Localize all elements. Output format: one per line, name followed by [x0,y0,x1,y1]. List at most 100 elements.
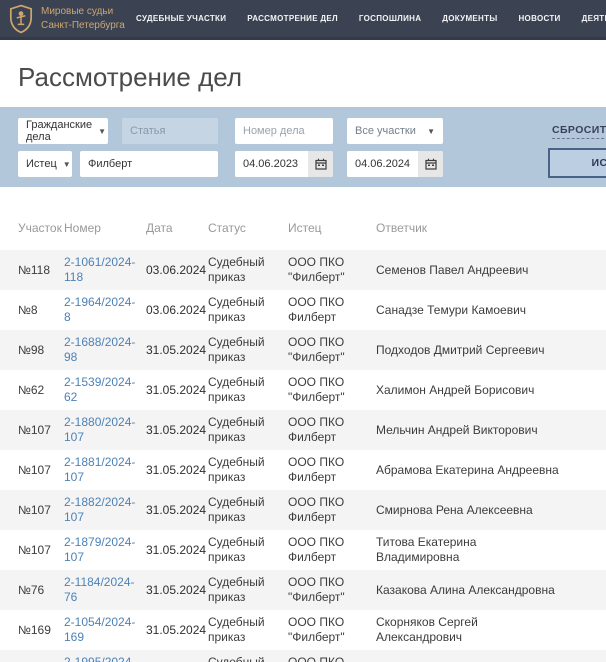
table-row: №1072-1881/2024-107 31.05.2024Судебный пр… [0,450,606,490]
date-from-input[interactable] [235,151,308,177]
case-number-link[interactable]: 2-1964/2024-8 [64,295,135,324]
cell-date: 31.05.2024 [146,570,208,610]
cell-status: Судебный приказ [208,330,288,370]
cell-status: Судебный приказ [208,450,288,490]
cell-defendant: Халимон Андрей Борисович [376,370,606,410]
table-row: №762-1184/2024-7631.05.2024Судебный прик… [0,570,606,610]
case-number-link[interactable]: 2-1882/2024-107 [64,495,135,524]
table-row: №1882-1995/2024-188 31.05.2024Судебный пр… [0,650,606,662]
cell-number: 2-1061/2024-118 [64,250,146,290]
cell-plaintiff: ООО ПКО Филберт [288,290,376,330]
cell-date: 03.06.2024 [146,250,208,290]
nav-item-precincts[interactable]: СУДЕБНЫЕ УЧАСТКИ [136,14,226,23]
case-number-link[interactable]: 2-1054/2024-169 [64,615,135,644]
case-number-input[interactable] [235,118,333,144]
party-name-input[interactable] [80,151,218,177]
cell-precinct: №8 [0,290,64,330]
cell-number: 2-1964/2024-8 [64,290,146,330]
cell-precinct: №107 [0,490,64,530]
calendar-icon[interactable] [308,151,333,177]
cell-plaintiff: ООО ПКО Филберт [288,410,376,450]
nav-item-activity[interactable]: ДЕЯТЕЛЬНОСТЬ [582,14,606,23]
cell-precinct: №107 [0,410,64,450]
table-row: №982-1688/2024-98 31.05.2024Судебный прик… [0,330,606,370]
cell-defendant: Скорняков Сергей Александрович [376,610,606,650]
nav-item-news[interactable]: НОВОСТИ [518,14,560,23]
filter-panel: Гражданские дела ▼ Все участки ▼ СБРОСИТ… [0,107,606,187]
col-plaintiff: Истец [288,187,376,250]
cell-precinct: №107 [0,450,64,490]
cell-number: 2-1882/2024-107 [64,490,146,530]
cell-date: 31.05.2024 [146,370,208,410]
cell-date: 31.05.2024 [146,610,208,650]
chevron-down-icon: ▼ [57,160,71,169]
case-number-link[interactable]: 2-1881/2024-107 [64,455,135,484]
cell-precinct: №98 [0,330,64,370]
date-to-input[interactable] [347,151,418,177]
cell-number: 2-1995/2024-188 [64,650,146,662]
article-input[interactable] [122,118,218,144]
reset-filter-link[interactable]: СБРОСИТЬ [552,124,606,139]
cases-table: Участок Номер Дата Статус Истец Ответчик… [0,187,606,662]
cell-defendant: Абрамова Екатерина Андреевна [376,450,606,490]
case-number-link[interactable]: 2-1539/2024-62 [64,375,135,404]
cell-date: 31.05.2024 [146,410,208,450]
case-type-select[interactable]: Гражданские дела ▼ [18,118,108,144]
cell-status: Судебный приказ [208,530,288,570]
cell-defendant: Мельчин Андрей Викторович [376,410,606,450]
col-precinct: Участок [0,187,64,250]
col-date: Дата [146,187,208,250]
search-button[interactable]: ИСКАТЬ [548,148,606,178]
cell-number: 2-1688/2024-98 [64,330,146,370]
chevron-down-icon: ▼ [92,127,106,136]
col-defendant: Ответчик [376,187,606,250]
cell-precinct: №62 [0,370,64,410]
table-row: №82-1964/2024-803.06.2024Судебный приказ… [0,290,606,330]
cell-number: 2-1881/2024-107 [64,450,146,490]
table-row: №1182-1061/2024-11803.06.2024Судебный пр… [0,250,606,290]
calendar-icon[interactable] [418,151,443,177]
cell-plaintiff: ООО ПКО "Филберт" [288,650,376,662]
chevron-down-icon: ▼ [421,127,435,136]
cell-plaintiff: ООО ПКО "Филберт" [288,570,376,610]
case-number-link[interactable]: 2-1688/2024-98 [64,335,135,364]
case-number-link[interactable]: 2-1061/2024-118 [64,255,135,284]
nav-item-cases[interactable]: РАССМОТРЕНИЕ ДЕЛ [247,14,338,23]
page: Мировые судьи Санкт-Петербурга СУДЕБНЫЕ … [0,0,606,662]
cell-defendant: Семенов Павел Андреевич [376,250,606,290]
cell-date: 31.05.2024 [146,330,208,370]
precinct-value: Все участки [355,125,416,137]
case-number-link[interactable]: 2-1995/2024-188 [64,655,135,662]
party-role-select[interactable]: Истец ▼ [18,151,72,177]
cell-plaintiff: ООО ПКО Филберт [288,450,376,490]
cell-defendant: Санадзе Темури Камоевич [376,290,606,330]
cell-status: Судебный приказ [208,410,288,450]
cell-date: 31.05.2024 [146,650,208,662]
cell-date: 31.05.2024 [146,490,208,530]
site-logo[interactable]: Мировые судьи Санкт-Петербурга [8,4,120,34]
cell-plaintiff: ООО ПКО "Филберт" [288,250,376,290]
nav-item-documents[interactable]: ДОКУМЕНТЫ [442,14,497,23]
col-status: Статус [208,187,288,250]
party-role-value: Истец [26,158,57,170]
precinct-select[interactable]: Все участки ▼ [347,118,443,144]
case-number-link[interactable]: 2-1879/2024-107 [64,535,135,564]
cell-date: 31.05.2024 [146,450,208,490]
cell-defendant: Казакова Алина Александровна [376,570,606,610]
cell-status: Судебный приказ [208,650,288,662]
col-number: Номер [64,187,146,250]
cell-precinct: №107 [0,530,64,570]
cell-precinct: №188 [0,650,64,662]
shield-icon [8,4,34,34]
cell-status: Судебный приказ [208,490,288,530]
table-header-row: Участок Номер Дата Статус Истец Ответчик [0,187,606,250]
case-number-link[interactable]: 2-1880/2024-107 [64,415,135,444]
page-title: Рассмотрение дел [18,62,606,93]
cell-status: Судебный приказ [208,570,288,610]
table-row: №1072-1880/2024-107 31.05.2024Судебный пр… [0,410,606,450]
case-number-link[interactable]: 2-1184/2024-76 [64,575,135,604]
cell-plaintiff: ООО ПКО "Филберт" [288,610,376,650]
nav-item-duty[interactable]: ГОСПОШЛИНА [359,14,421,23]
table-row: №622-1539/2024-6231.05.2024Судебный прик… [0,370,606,410]
cell-plaintiff: ООО ПКО Филберт [288,530,376,570]
